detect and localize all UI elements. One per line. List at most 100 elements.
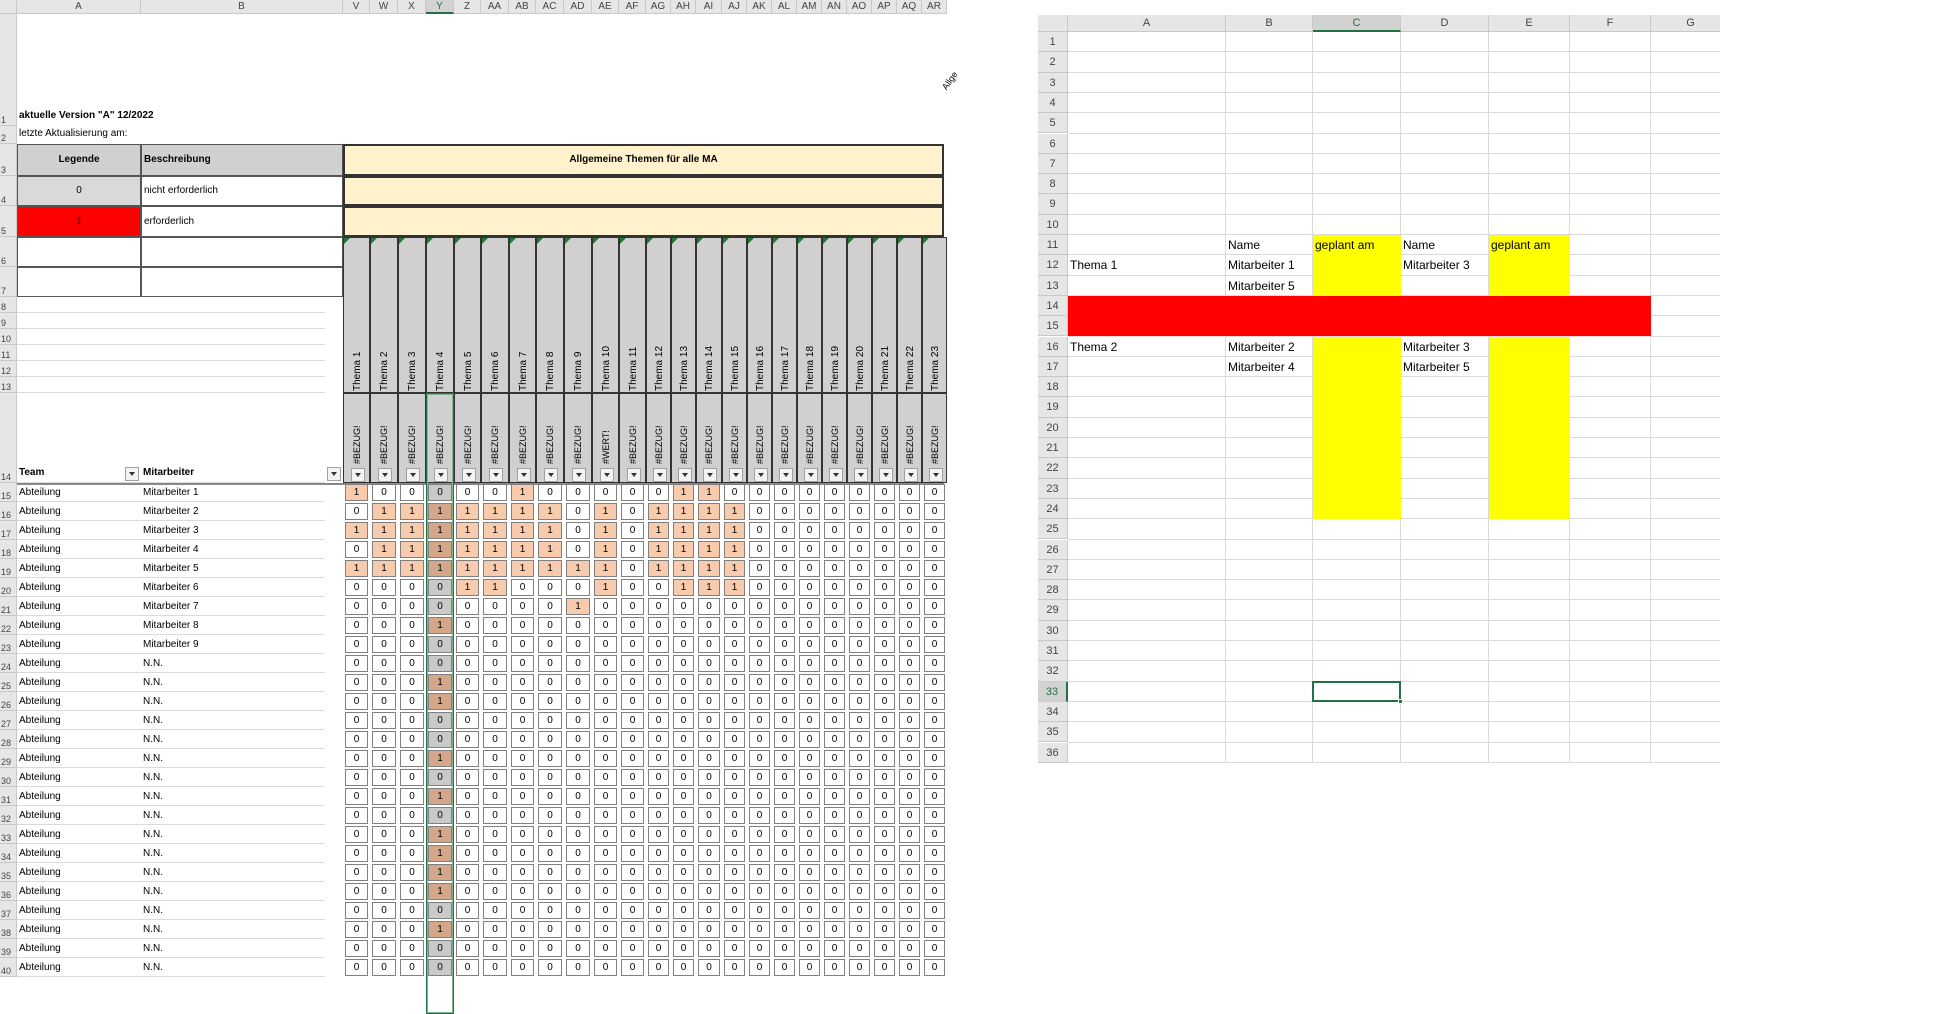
value-cell[interactable]: 0	[538, 655, 562, 672]
column-header-v[interactable]: V	[343, 0, 370, 14]
value-cell[interactable]: 1	[673, 484, 694, 501]
value-cell[interactable]: 0	[749, 940, 770, 957]
value-cell[interactable]: 0	[799, 731, 820, 748]
value-cell[interactable]: 0	[511, 883, 534, 900]
value-cell[interactable]: 0	[566, 921, 590, 938]
value-cell[interactable]: 0	[372, 864, 396, 881]
value-cell[interactable]: 0	[538, 845, 562, 862]
value-cell[interactable]: 0	[874, 712, 895, 729]
value-cell[interactable]: 0	[874, 731, 895, 748]
column-header-ae[interactable]: AE	[592, 0, 619, 14]
row-header-10[interactable]: 10	[1038, 214, 1068, 235]
value-cell[interactable]: 0	[673, 598, 694, 615]
value-cell[interactable]: 0	[372, 788, 396, 805]
value-cell[interactable]: 0	[538, 579, 562, 596]
employee-cell[interactable]: N.N.	[143, 920, 343, 939]
value-cell[interactable]: 0	[774, 864, 795, 881]
value-cell[interactable]: 0	[372, 484, 396, 501]
row-header-30[interactable]: 30	[0, 768, 17, 787]
value-cell[interactable]: 0	[899, 940, 920, 957]
value-cell[interactable]: 0	[648, 693, 669, 710]
value-cell[interactable]: 0	[799, 902, 820, 919]
value-cell[interactable]: 0	[594, 769, 617, 786]
value-cell[interactable]: 0	[849, 712, 870, 729]
value-cell[interactable]: 0	[673, 712, 694, 729]
fill-handle[interactable]	[1398, 698, 1403, 704]
value-cell[interactable]: 0	[594, 845, 617, 862]
value-cell[interactable]: 0	[621, 503, 644, 520]
team-cell[interactable]: Abteilung	[19, 730, 141, 749]
value-cell[interactable]: 0	[345, 731, 368, 748]
spreadsheet-left[interactable]: A B V W X Y Z AA AB AC AD AE AF AG AH AI AJ AK AL AM AN AO AP A…	[0, 0, 963, 1014]
value-cell[interactable]: 0	[749, 503, 770, 520]
value-cell[interactable]: 0	[594, 807, 617, 824]
value-cell[interactable]: 0	[400, 826, 424, 843]
value-cell[interactable]: 0	[824, 959, 845, 976]
value-cell[interactable]: 0	[400, 712, 424, 729]
row-header-19[interactable]: 19	[0, 559, 17, 578]
filter-dropdown-icon[interactable]	[804, 468, 818, 482]
row-header-31[interactable]: 31	[1038, 641, 1068, 662]
team-cell[interactable]: Abteilung	[19, 578, 141, 597]
row-header-24[interactable]: 24	[1038, 498, 1068, 520]
filter-dropdown-icon[interactable]	[544, 468, 558, 482]
row-header-21[interactable]: 21	[1038, 438, 1068, 459]
row-header-20[interactable]: 20	[1038, 417, 1068, 438]
value-cell[interactable]: 0	[824, 522, 845, 539]
value-cell[interactable]: 0	[456, 788, 479, 805]
value-cell[interactable]: 1	[724, 541, 745, 558]
value-cell[interactable]: 0	[899, 674, 920, 691]
value-cell[interactable]: 0	[345, 579, 368, 596]
filter-dropdown-icon[interactable]	[904, 468, 918, 482]
value-cell[interactable]: 0	[774, 826, 795, 843]
value-cell[interactable]: 1	[400, 503, 424, 520]
employee-cell[interactable]: Mitarbeiter 4	[143, 540, 343, 559]
value-cell[interactable]: 0	[749, 731, 770, 748]
value-cell[interactable]: 0	[774, 769, 795, 786]
value-cell[interactable]: 0	[774, 541, 795, 558]
value-cell[interactable]: 0	[749, 750, 770, 767]
value-cell[interactable]: 0	[849, 826, 870, 843]
value-cell[interactable]: 0	[799, 655, 820, 672]
value-cell[interactable]: 1	[673, 522, 694, 539]
value-cell[interactable]: 0	[899, 883, 920, 900]
row-header-11[interactable]: 11	[1038, 235, 1068, 256]
value-cell[interactable]: 0	[511, 902, 534, 919]
value-cell[interactable]: 0	[673, 940, 694, 957]
employee-cell[interactable]: N.N.	[143, 768, 343, 787]
value-cell[interactable]: 0	[673, 674, 694, 691]
value-cell[interactable]: 0	[698, 807, 720, 824]
value-cell[interactable]: 0	[724, 845, 745, 862]
value-cell[interactable]: 0	[824, 731, 845, 748]
value-cell[interactable]: 0	[698, 731, 720, 748]
value-cell[interactable]: 0	[724, 864, 745, 881]
row-header-1[interactable]: 1	[0, 14, 17, 126]
value-cell[interactable]: 0	[698, 940, 720, 957]
team-cell[interactable]: Abteilung	[19, 882, 141, 901]
value-cell[interactable]: 0	[799, 959, 820, 976]
value-cell[interactable]: 0	[372, 636, 396, 653]
employee-cell[interactable]: Mitarbeiter 7	[143, 597, 343, 616]
value-cell[interactable]: 0	[566, 845, 590, 862]
value-cell[interactable]: 0	[749, 560, 770, 577]
row-header-2[interactable]: 2	[0, 126, 17, 144]
value-cell[interactable]: 0	[824, 484, 845, 501]
value-cell[interactable]: 0	[749, 959, 770, 976]
value-cell[interactable]: 0	[345, 807, 368, 824]
value-cell[interactable]: 0	[566, 731, 590, 748]
value-cell[interactable]: 0	[538, 902, 562, 919]
value-cell[interactable]: 0	[849, 959, 870, 976]
team-filter-dropdown-icon[interactable]	[125, 467, 139, 481]
value-cell[interactable]: 0	[724, 674, 745, 691]
value-cell[interactable]: 0	[774, 959, 795, 976]
value-cell[interactable]: 0	[594, 693, 617, 710]
value-cell[interactable]: 0	[400, 788, 424, 805]
value-cell[interactable]: 0	[511, 674, 534, 691]
value-cell[interactable]: 0	[774, 655, 795, 672]
employee-cell[interactable]: Mitarbeiter 6	[143, 578, 343, 597]
row-header-18[interactable]: 18	[0, 540, 17, 559]
value-cell[interactable]: 0	[673, 769, 694, 786]
value-cell[interactable]: 0	[511, 655, 534, 672]
column-header-a[interactable]: A	[1068, 15, 1226, 32]
column-header-an[interactable]: AN	[822, 0, 847, 14]
